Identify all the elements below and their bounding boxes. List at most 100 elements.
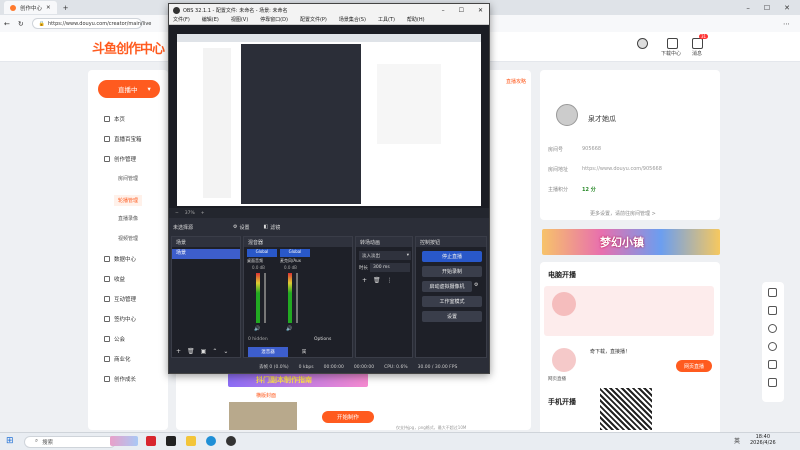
menu-view[interactable]: 视图(V) bbox=[231, 16, 248, 24]
scene-item[interactable]: 场景 bbox=[172, 249, 240, 259]
message-icon[interactable] bbox=[692, 38, 703, 49]
ime-indicator[interactable]: 英 bbox=[734, 436, 740, 445]
address-bar[interactable]: 🔒 https://www.douyu.com/creator/main/liv… bbox=[31, 18, 151, 29]
studio-mode-button[interactable]: 工作室模式 bbox=[422, 296, 482, 307]
sidebar-sub-carousel[interactable]: 轮播管理 bbox=[114, 195, 143, 206]
taskbar-search[interactable]: ⌕ 搜索 bbox=[24, 435, 116, 448]
filters-button[interactable]: 滤镜 bbox=[270, 224, 280, 231]
duration-input[interactable]: 300 ms bbox=[370, 263, 410, 272]
transition-select[interactable]: 淡入淡出 ▾ bbox=[359, 251, 411, 260]
file-explorer-icon[interactable] bbox=[186, 436, 196, 446]
chart-icon[interactable] bbox=[768, 288, 777, 297]
start-recording-button[interactable]: 开始录制 bbox=[422, 266, 482, 277]
cover-thumbnail[interactable] bbox=[229, 402, 297, 430]
lock-icon: 🔒 bbox=[38, 20, 45, 27]
add-scene-icon[interactable]: + bbox=[176, 348, 181, 355]
more-settings-link[interactable]: 更多设置，请前往房间管理 > bbox=[590, 210, 656, 217]
sidebar-item-toolbox[interactable]: 直播百宝箱 bbox=[104, 135, 142, 143]
obs-close-icon[interactable]: ✕ bbox=[478, 7, 483, 14]
download-icon[interactable] bbox=[667, 38, 678, 49]
sidebar-item-creation[interactable]: 创作管理 bbox=[104, 155, 136, 163]
zoom-in-icon[interactable]: + bbox=[201, 211, 205, 216]
new-tab-icon[interactable]: + bbox=[63, 4, 69, 12]
menu-tools[interactable]: 工具(T) bbox=[378, 16, 395, 24]
sidebar-item-commerce[interactable]: 商业化 bbox=[104, 355, 131, 363]
sidebar-item-interaction[interactable]: 互动管理 bbox=[104, 295, 136, 303]
sidebar-sub-room[interactable]: 房间管理 bbox=[118, 175, 138, 182]
browser-tab[interactable]: 创作中心 ✕ bbox=[4, 1, 57, 14]
tab-close-icon[interactable]: ✕ bbox=[46, 5, 51, 11]
settings-button[interactable]: 设置 bbox=[422, 311, 482, 322]
sidebar-item-income[interactable]: 收益 bbox=[104, 275, 125, 283]
user-avatar-icon[interactable] bbox=[637, 38, 648, 49]
sidebar-item-guild[interactable]: 公会 bbox=[104, 335, 125, 343]
minimize-icon[interactable]: – bbox=[746, 4, 750, 12]
home-icon bbox=[104, 116, 110, 122]
obs-window-controls: – ☐ ✕ bbox=[442, 7, 489, 14]
help-icon[interactable] bbox=[768, 324, 777, 333]
close-window-icon[interactable]: ✕ bbox=[784, 4, 790, 12]
obs-maximize-icon[interactable]: ☐ bbox=[459, 7, 464, 14]
tip-link[interactable]: 直播攻略 bbox=[506, 78, 526, 85]
menu-edit[interactable]: 编辑(E) bbox=[202, 16, 219, 24]
windows-start-icon[interactable]: ⊞ bbox=[6, 436, 14, 446]
sidebar-item-contract[interactable]: 签约中心 bbox=[104, 315, 136, 323]
zoom-out-icon[interactable]: − bbox=[175, 211, 179, 216]
sidebar-sub-recordings[interactable]: 直播录像 bbox=[118, 215, 138, 222]
menu-file[interactable]: 文件(F) bbox=[173, 16, 190, 24]
remove-transition-icon[interactable]: 🗑 bbox=[373, 277, 381, 284]
live-status-button[interactable]: 直播中 ▾ bbox=[98, 80, 160, 98]
desktop-volume-slider[interactable] bbox=[264, 273, 266, 323]
mixer-tab[interactable]: 混音器 bbox=[248, 347, 288, 357]
menu-scene-collection[interactable]: 场景集合(S) bbox=[339, 16, 366, 24]
obs-taskbar-icon[interactable] bbox=[226, 436, 236, 446]
douyu-logo[interactable]: 斗鱼创作中心 bbox=[92, 38, 165, 57]
properties-button[interactable]: 设置 bbox=[240, 224, 250, 231]
back-icon[interactable]: ← bbox=[4, 20, 10, 28]
sidebar-item-data[interactable]: 数据中心 bbox=[104, 255, 136, 263]
sidebar-label: 互动管理 bbox=[114, 297, 137, 303]
feedback-icon[interactable] bbox=[768, 378, 777, 387]
obs-minimize-icon[interactable]: – bbox=[442, 7, 445, 14]
remove-scene-icon[interactable]: 🗑 bbox=[187, 348, 195, 355]
main-banner-text: 抖门副本制作指南 bbox=[256, 376, 312, 384]
virtual-camera-settings-icon[interactable]: ⚙ bbox=[474, 282, 478, 288]
desktop-mute-icon[interactable]: 🔊 bbox=[254, 326, 260, 332]
headset-icon[interactable] bbox=[768, 342, 777, 351]
download-label[interactable]: 下载中心 bbox=[661, 50, 681, 57]
sidebar-item-growth[interactable]: 创作成长 bbox=[104, 375, 136, 383]
menu-docks[interactable]: 停靠窗口(D) bbox=[260, 16, 288, 24]
scene-filter-icon[interactable]: ▣ bbox=[201, 348, 207, 355]
start-making-button[interactable]: 开始制作 bbox=[322, 411, 374, 423]
transition-menu-icon[interactable]: ⋮ bbox=[387, 277, 393, 284]
mixer-options-button[interactable]: Options bbox=[314, 337, 331, 342]
menu-profile[interactable]: 配置文件(P) bbox=[300, 16, 327, 24]
stop-streaming-button[interactable]: 停止直播 bbox=[422, 251, 482, 262]
mic-volume-slider[interactable] bbox=[296, 273, 298, 323]
move-up-icon[interactable]: ⌃ bbox=[212, 348, 217, 355]
douyu-app-icon[interactable] bbox=[146, 436, 156, 446]
mic-mute-icon[interactable]: 🔊 bbox=[286, 326, 292, 332]
sidebar-sub-videos[interactable]: 视频管理 bbox=[118, 235, 138, 242]
browser-menu-icon[interactable]: ⋯ bbox=[783, 20, 790, 28]
add-transition-icon[interactable]: + bbox=[362, 277, 367, 284]
profile-username: 泉才她瓜 bbox=[588, 115, 616, 123]
gear-icon[interactable]: ⚙ bbox=[233, 224, 237, 230]
taskbar-clock[interactable]: 18:40 2026/4/26 bbox=[750, 434, 776, 446]
menu-help[interactable]: 帮助(H) bbox=[407, 16, 425, 24]
app-icon[interactable] bbox=[166, 436, 176, 446]
edge-icon[interactable] bbox=[206, 436, 216, 446]
virtual-camera-button[interactable]: 启动虚拟摄像机 bbox=[422, 281, 472, 292]
play-icon[interactable] bbox=[768, 306, 777, 315]
move-down-icon[interactable]: ⌄ bbox=[223, 348, 228, 355]
maximize-icon[interactable]: ☐ bbox=[764, 4, 770, 12]
other-tab[interactable]: 属 bbox=[292, 347, 316, 357]
refresh-icon[interactable]: ↻ bbox=[18, 20, 24, 28]
widget-icon[interactable] bbox=[110, 436, 138, 446]
web-live-button[interactable]: 网页直播 bbox=[676, 360, 712, 372]
messages-label[interactable]: 消息 bbox=[692, 50, 702, 57]
obs-preview[interactable] bbox=[169, 25, 489, 208]
filters-icon[interactable]: ◧ bbox=[264, 224, 269, 230]
edit-icon[interactable] bbox=[768, 360, 777, 369]
sidebar-item-home[interactable]: 本页 bbox=[104, 115, 125, 123]
